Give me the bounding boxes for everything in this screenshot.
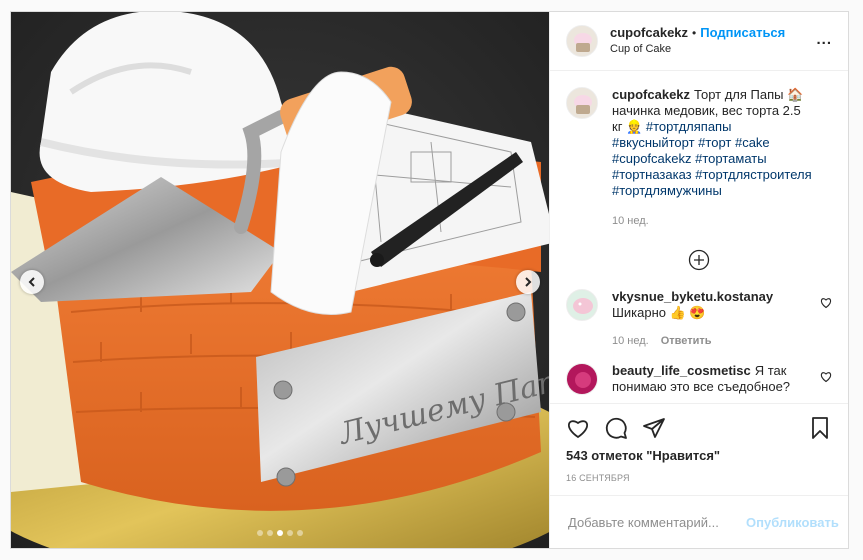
save-bookmark-icon[interactable] (808, 416, 832, 440)
comment-row: beauty_life_cosmetisc Я так понимаю это в… (566, 363, 832, 395)
follow-button[interactable]: Подписаться (700, 25, 785, 40)
chevron-left-icon (28, 277, 35, 287)
post-side-panel: cupofcakekz • Подписаться Cup of Cake ... … (549, 12, 848, 548)
author-username[interactable]: cupofcakekz (610, 25, 688, 40)
like-heart-icon[interactable] (566, 416, 590, 440)
share-paper-plane-icon[interactable] (642, 416, 666, 440)
commenter-avatar[interactable] (566, 289, 598, 321)
like-comment-heart-icon[interactable] (820, 297, 832, 309)
reply-button[interactable]: Ответить (661, 335, 712, 347)
comment-username[interactable]: beauty_life_cosmetisc (612, 363, 751, 378)
carousel-dot (267, 530, 273, 536)
header-separator: • (692, 26, 697, 40)
commenter-avatar[interactable] (566, 363, 598, 395)
comment-text: Шикарно 👍 😍 (612, 305, 706, 320)
comment-time[interactable]: 10 нед. (612, 335, 649, 347)
carousel-indicator (11, 530, 549, 536)
caption-row: cupofcakekz Торт для Папы 🏠 начинка медов… (566, 87, 832, 229)
carousel-dot (297, 530, 303, 536)
cupcake-avatar-icon (567, 26, 597, 56)
plus-circle-icon (688, 249, 710, 271)
comment-input[interactable] (566, 513, 746, 531)
comment-bubble-icon[interactable] (604, 416, 628, 440)
carousel-dot (287, 530, 293, 536)
carousel-dot-active (277, 530, 283, 536)
comment-row: vkysnue_byketu.kostanay Шикарно 👍 😍 10 н… (566, 289, 832, 349)
add-comment-bar: Опубликовать (550, 495, 848, 548)
caption-avatar[interactable] (566, 87, 598, 119)
post-header: cupofcakekz • Подписаться Cup of Cake ... (550, 12, 848, 71)
post-location[interactable]: Cup of Cake (610, 41, 785, 57)
comment-username[interactable]: vkysnue_byketu.kostanay (612, 289, 773, 304)
post-dialog: Лучшему Папе! cupofcakekz • Подписаться … (10, 11, 849, 549)
publish-comment-button[interactable]: Опубликовать (746, 515, 839, 530)
hashtag-link[interactable]: #тортаматы (695, 151, 766, 166)
author-avatar[interactable] (566, 25, 598, 57)
hashtag-link[interactable]: #тортдлямужчины (612, 183, 722, 198)
cosmetics-avatar-icon (567, 364, 597, 394)
more-options-button[interactable]: ... (816, 32, 832, 47)
caption-time[interactable]: 10 нед. (612, 215, 649, 227)
cake-avatar-icon (567, 290, 597, 320)
carousel-next-button[interactable] (516, 270, 540, 294)
carousel-dot (257, 530, 263, 536)
load-more-comments-button[interactable] (566, 249, 832, 271)
post-actions: 543 отметок "Нравится" 16 сентября (550, 403, 848, 495)
post-photo[interactable]: Лучшему Папе! (11, 12, 549, 548)
hashtag-link[interactable]: #тортназаказ (612, 167, 692, 182)
chevron-right-icon (525, 277, 532, 287)
caption-username[interactable]: cupofcakekz (612, 87, 690, 102)
hashtag-link[interactable]: #cupofcakekz (612, 151, 692, 166)
likes-count[interactable]: 543 отметок "Нравится" (566, 448, 832, 463)
hashtag-link[interactable]: #тортдляпапы (646, 119, 732, 134)
comments-list[interactable]: cupofcakekz Торт для Папы 🏠 начинка медов… (550, 71, 848, 403)
cupcake-avatar-icon (567, 88, 597, 118)
hashtag-link[interactable]: #вкусныйторт (612, 135, 695, 150)
post-date[interactable]: 16 сентября (566, 473, 832, 483)
like-comment-heart-icon[interactable] (820, 371, 832, 383)
cake-photo-illustration: Лучшему Папе! (11, 12, 549, 548)
hashtag-link[interactable]: #торт (698, 135, 731, 150)
carousel-prev-button[interactable] (20, 270, 44, 294)
hashtag-link[interactable]: #тортдлястроителя (695, 167, 811, 182)
hashtag-link[interactable]: #cake (735, 135, 770, 150)
